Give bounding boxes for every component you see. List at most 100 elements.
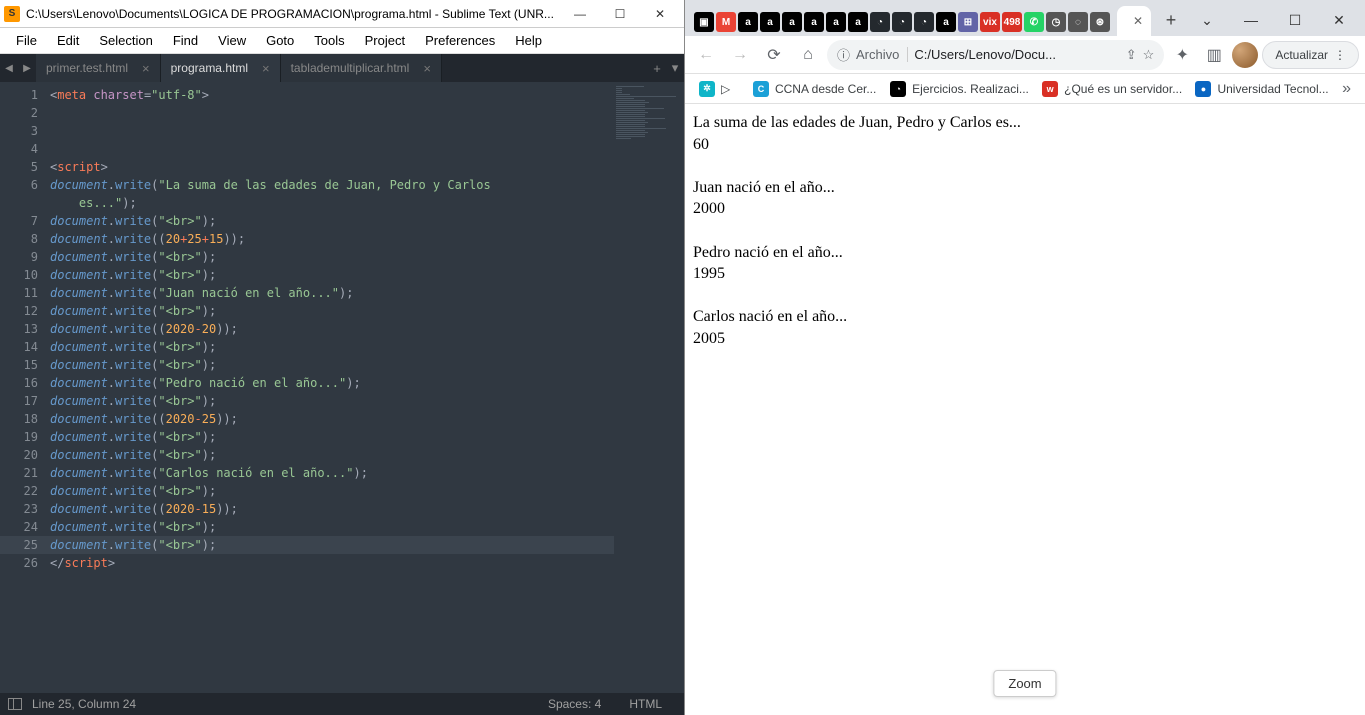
line-number[interactable]: 15 [0, 356, 50, 374]
code-line[interactable] [50, 140, 614, 158]
menu-file[interactable]: File [6, 30, 47, 51]
code-area[interactable]: <meta charset="utf-8"><script>document.w… [50, 82, 614, 693]
background-tab-icon[interactable]: ✆ [1024, 12, 1044, 32]
line-number[interactable]: 17 [0, 392, 50, 410]
file-tab-close-icon[interactable]: × [423, 61, 431, 76]
code-line[interactable]: document.write("<br>"); [50, 392, 614, 410]
menu-selection[interactable]: Selection [89, 30, 162, 51]
zoom-indicator[interactable]: Zoom [993, 670, 1056, 697]
chrome-close-button[interactable]: ✕ [1317, 4, 1361, 36]
code-line[interactable]: document.write("La suma de las edades de… [50, 176, 614, 194]
menu-tools[interactable]: Tools [304, 30, 354, 51]
menu-edit[interactable]: Edit [47, 30, 89, 51]
share-icon[interactable]: ⇪ [1126, 47, 1137, 63]
line-number[interactable]: 24 [0, 518, 50, 536]
site-info-icon[interactable]: ⓘ [837, 45, 850, 64]
file-tab-close-icon[interactable]: × [262, 61, 270, 76]
back-button[interactable]: ← [691, 40, 721, 70]
status-spaces[interactable]: Spaces: 4 [534, 697, 615, 711]
page-content[interactable]: La suma de las edades de Juan, Pedro y C… [685, 104, 1365, 715]
line-number[interactable]: 16 [0, 374, 50, 392]
menu-goto[interactable]: Goto [256, 30, 304, 51]
background-tab-icon[interactable]: ▣ [694, 12, 714, 32]
active-tab[interactable]: ✕ [1117, 6, 1151, 36]
file-tab[interactable]: tablademultiplicar.html× [281, 54, 442, 82]
background-tab-icon[interactable]: a [760, 12, 780, 32]
menu-help[interactable]: Help [505, 30, 552, 51]
update-button[interactable]: Actualizar ⋮ [1262, 41, 1359, 69]
background-tab-icon[interactable]: ◔ [892, 12, 912, 32]
menu-preferences[interactable]: Preferences [415, 30, 505, 51]
code-line[interactable]: document.write((2020-15)); [50, 500, 614, 518]
tab-menu-icon[interactable]: ▾ [666, 54, 684, 82]
line-number[interactable]: 5 [0, 158, 50, 176]
minimize-button[interactable]: — [560, 2, 600, 26]
tab-new-icon[interactable]: + [648, 54, 666, 82]
code-line[interactable]: <meta charset="utf-8"> [50, 86, 614, 104]
code-line[interactable]: document.write("<br>"); [50, 266, 614, 284]
code-line[interactable]: es..."); [50, 194, 614, 212]
line-number[interactable]: 10 [0, 266, 50, 284]
line-number[interactable]: 23 [0, 500, 50, 518]
bookmark-star-icon[interactable]: ☆ [1143, 47, 1155, 63]
reading-list-icon[interactable]: ▥ [1200, 41, 1228, 69]
extensions-icon[interactable]: ✦ [1168, 41, 1196, 69]
status-lang[interactable]: HTML [615, 697, 676, 711]
code-line[interactable]: document.write((2020-20)); [50, 320, 614, 338]
background-tab-icon[interactable]: a [782, 12, 802, 32]
code-line[interactable]: document.write("<br>"); [50, 356, 614, 374]
background-tab-icon[interactable]: ◌ [1068, 12, 1088, 32]
bookmarks-overflow-icon[interactable]: » [1334, 77, 1359, 101]
line-number[interactable]: 9 [0, 248, 50, 266]
code-line[interactable] [50, 122, 614, 140]
line-number[interactable] [0, 194, 50, 212]
tab-close-icon[interactable]: ✕ [1133, 14, 1143, 28]
maximize-button[interactable]: ☐ [600, 2, 640, 26]
background-tab-icon[interactable]: ◔ [870, 12, 890, 32]
code-line[interactable]: document.write("<br>"); [50, 212, 614, 230]
forward-button[interactable]: → [725, 40, 755, 70]
background-tab-icon[interactable]: ◷ [1046, 12, 1066, 32]
code-line[interactable]: document.write((20+25+15)); [50, 230, 614, 248]
code-line[interactable]: document.write("<br>"); [50, 446, 614, 464]
background-tab-icon[interactable]: a [804, 12, 824, 32]
file-tab[interactable]: primer.test.html× [36, 54, 161, 82]
line-number[interactable]: 11 [0, 284, 50, 302]
sidebar-toggle-icon[interactable] [8, 698, 22, 710]
code-line[interactable]: document.write("<br>"); [50, 428, 614, 446]
code-line[interactable]: document.write("Carlos nació en el año..… [50, 464, 614, 482]
tab-fwd-icon[interactable]: ▶ [18, 54, 36, 82]
code-line[interactable]: document.write("Pedro nació en el año...… [50, 374, 614, 392]
code-line[interactable] [50, 104, 614, 122]
chrome-maximize-button[interactable]: ☐ [1273, 4, 1317, 36]
sublime-titlebar[interactable]: S C:\Users\Lenovo\Documents\LOGICA DE PR… [0, 0, 684, 28]
background-tab-icon[interactable]: a [738, 12, 758, 32]
line-number[interactable]: 21 [0, 464, 50, 482]
close-button[interactable]: ✕ [640, 2, 680, 26]
line-number[interactable]: 4 [0, 140, 50, 158]
chrome-minimize-button[interactable]: — [1229, 4, 1273, 36]
bookmark-item[interactable]: ◔Ejercicios. Realizaci... [882, 78, 1032, 100]
code-line[interactable]: </script> [50, 554, 614, 572]
line-number[interactable]: 13 [0, 320, 50, 338]
omnibox[interactable]: ⓘ Archivo C:/Users/Lenovo/Docu... ⇪ ☆ [827, 40, 1164, 70]
minimap[interactable] [614, 82, 684, 693]
background-tab-icon[interactable]: ⊛ [1090, 12, 1110, 32]
new-tab-button[interactable]: + [1157, 6, 1185, 34]
line-number[interactable]: 12 [0, 302, 50, 320]
background-tab-icon[interactable]: ◔ [914, 12, 934, 32]
code-line[interactable]: <script> [50, 158, 614, 176]
code-line[interactable]: document.write("<br>"); [50, 482, 614, 500]
code-line[interactable]: document.write("<br>"); [50, 338, 614, 356]
background-tab-icon[interactable]: vix [980, 12, 1000, 32]
background-tab-icon[interactable]: ⊞ [958, 12, 978, 32]
line-number[interactable]: 14 [0, 338, 50, 356]
chrome-chevron-icon[interactable]: ⌄ [1185, 4, 1229, 36]
code-line[interactable]: document.write("Juan nació en el año..."… [50, 284, 614, 302]
line-number[interactable]: 6 [0, 176, 50, 194]
code-line[interactable]: document.write("<br>"); [50, 248, 614, 266]
profile-avatar[interactable] [1232, 42, 1258, 68]
line-number[interactable]: 25 [0, 536, 50, 554]
code-line[interactable]: document.write("<br>"); [50, 536, 614, 554]
line-number[interactable]: 2 [0, 104, 50, 122]
